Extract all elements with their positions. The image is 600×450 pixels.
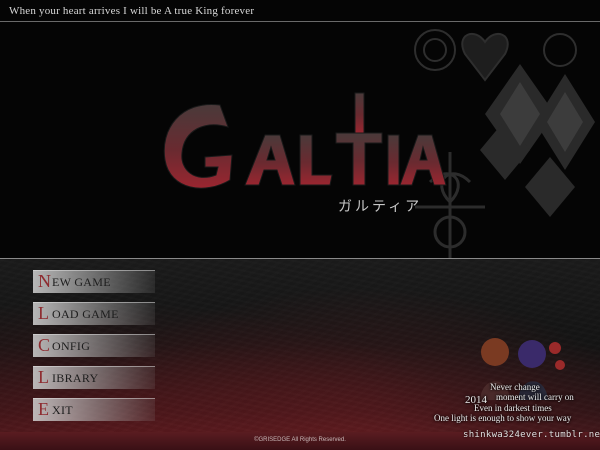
library-button[interactable]: L IBRARY [33,366,163,389]
exit-initial: E [38,399,49,419]
new-game-label: EW GAME [52,275,111,289]
library-label: IBRARY [52,371,99,385]
watermark-text: shinkwa324ever.tumblr.net [463,430,600,440]
load-game-button[interactable]: L OAD GAME [33,302,163,325]
load-game-label: OAD GAME [52,307,119,321]
config-button[interactable]: C ONFIG [33,334,163,357]
config-initial: C [38,335,51,355]
exit-label: XIT [52,403,73,417]
load-game-initial: L [38,303,49,323]
promo-overlay: Never change moment will carry on 2014 E… [430,330,600,435]
library-initial: L [38,367,49,387]
promo-line-4: One light is enough to show your way [434,413,572,423]
tagline-text: When your heart arrives I will be A true… [9,5,255,17]
config-label: ONFIG [52,339,91,353]
logo-subtitle: ガルティア [338,199,423,215]
exit-button[interactable]: E XIT [33,398,163,421]
new-game-button[interactable]: N EW GAME [33,270,163,293]
promo-line-1: Never change [490,382,540,392]
new-game-initial: N [38,271,51,291]
promo-line-3: Even in darkest times [474,403,552,413]
promo-line-2: moment will carry on [496,392,574,402]
